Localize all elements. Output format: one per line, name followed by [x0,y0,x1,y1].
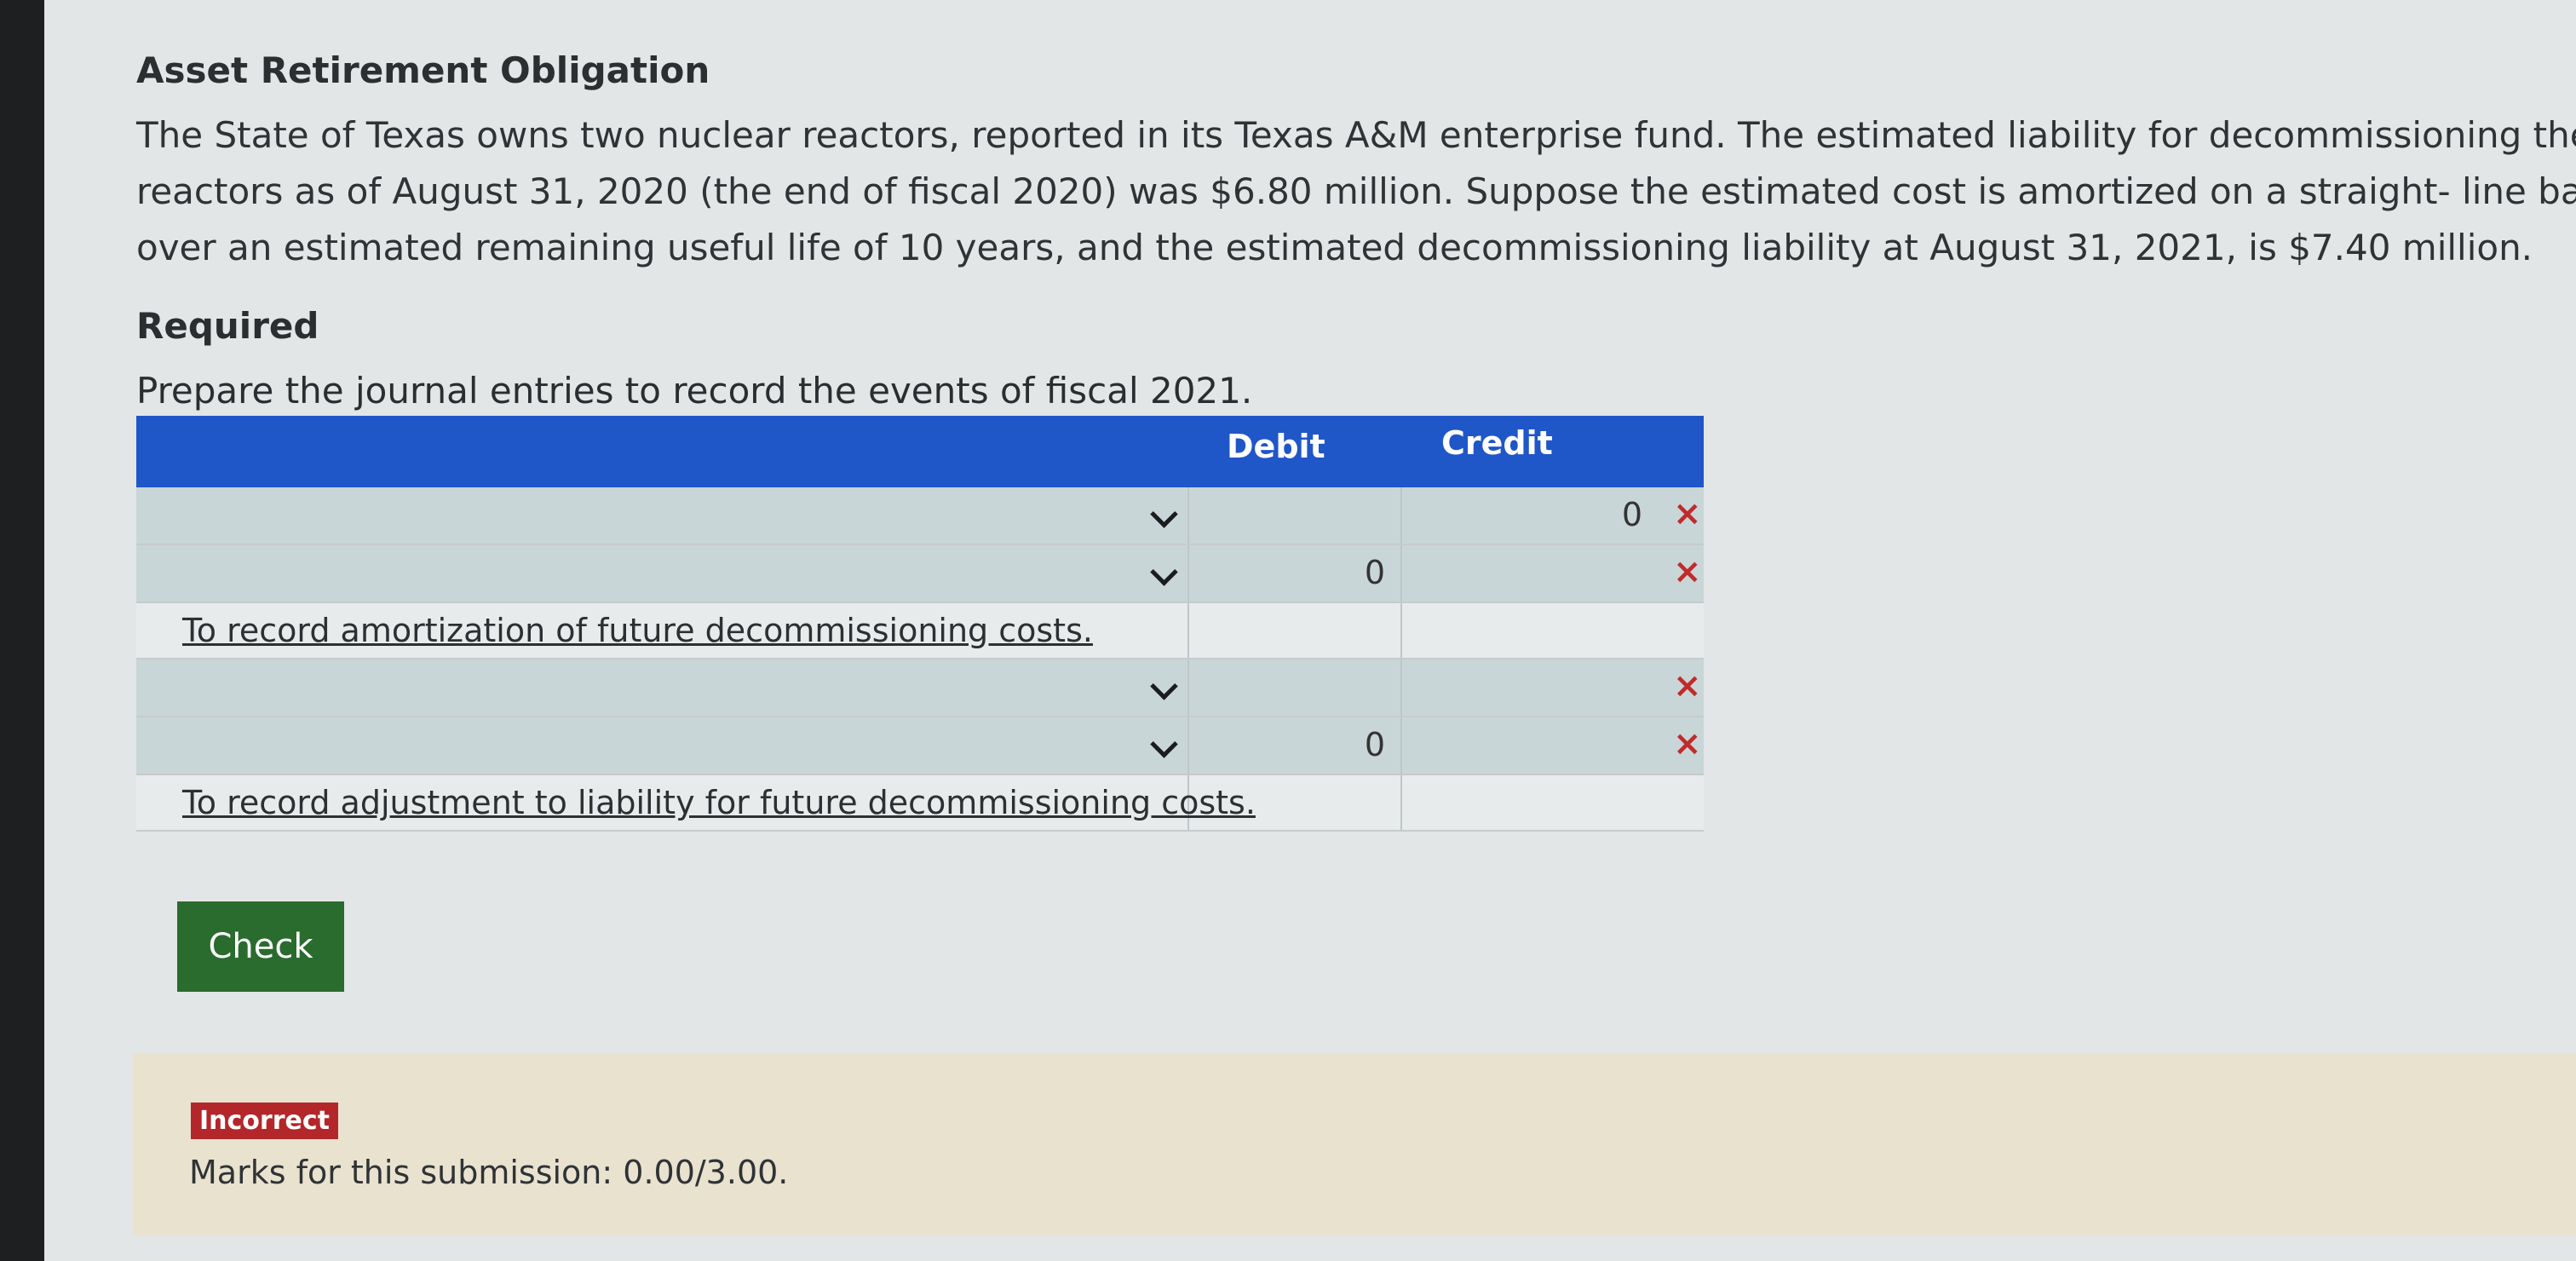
empty-cell [1402,603,1658,658]
credit-input[interactable] [1402,717,1658,774]
incorrect-badge: Incorrect [191,1103,338,1139]
problem-line: The State of Texas owns two nuclear reac… [136,114,2576,156]
chevron-down-icon[interactable] [1150,672,1178,700]
screen-edge [0,0,44,1261]
account-select[interactable] [136,545,1189,602]
empty-cell [1402,775,1658,830]
debit-value: 0 [1364,726,1385,763]
instruction-text: Prepare the journal entries to record th… [136,370,1253,412]
journal-memo-row: To record amortization of future decommi… [136,603,1704,659]
required-heading: Required [136,305,319,347]
credit-header: Credit [1441,424,1553,462]
credit-input[interactable] [1402,659,1658,716]
chevron-down-icon[interactable] [1150,500,1178,528]
chevron-down-icon[interactable] [1150,558,1178,586]
debit-input[interactable] [1189,659,1402,716]
incorrect-x-icon: × [1673,494,1702,533]
chevron-down-icon[interactable] [1150,730,1178,758]
journal-table: Debit Credit 0 × 0 × To record amortizat… [136,416,1704,832]
problem-line: over an estimated remaining useful life … [136,227,2533,268]
incorrect-x-icon: × [1673,724,1702,763]
empty-cell [1189,775,1402,830]
account-select[interactable] [136,717,1189,774]
debit-input[interactable]: 0 [1189,545,1402,602]
memo-text: To record adjustment to liability for fu… [182,784,1256,821]
journal-memo-row: To record adjustment to liability for fu… [136,775,1704,832]
journal-header: Debit Credit [136,416,1704,487]
journal-row: 0 × [136,487,1704,545]
journal-row: 0 × [136,545,1704,603]
debit-header: Debit [1227,428,1325,465]
marks-text: Marks for this submission: 0.00/3.00. [189,1154,789,1191]
question-title: Asset Retirement Obligation [136,49,710,91]
incorrect-x-icon: × [1673,552,1702,591]
feedback-panel: Incorrect Marks for this submission: 0.0… [133,1053,2576,1235]
empty-cell [1189,603,1402,658]
account-select[interactable] [136,487,1189,544]
credit-input[interactable]: 0 [1402,487,1658,544]
check-button[interactable]: Check [177,901,344,992]
account-select[interactable] [136,659,1189,716]
journal-row: × [136,659,1704,717]
memo-cell: To record adjustment to liability for fu… [136,775,1256,830]
page: Asset Retirement Obligation The State of… [44,0,2576,1261]
memo-cell: To record amortization of future decommi… [136,603,1189,658]
incorrect-x-icon: × [1673,666,1702,705]
debit-input[interactable]: 0 [1189,717,1402,774]
debit-input[interactable] [1189,487,1402,544]
problem-line: reactors as of August 31, 2020 (the end … [136,170,2576,212]
credit-value: 0 [1621,496,1642,533]
journal-row: 0 × [136,717,1704,775]
debit-value: 0 [1364,554,1385,591]
problem-text: The State of Texas owns two nuclear reac… [136,107,2576,276]
credit-input[interactable] [1402,545,1658,602]
memo-text: To record amortization of future decommi… [182,612,1093,649]
